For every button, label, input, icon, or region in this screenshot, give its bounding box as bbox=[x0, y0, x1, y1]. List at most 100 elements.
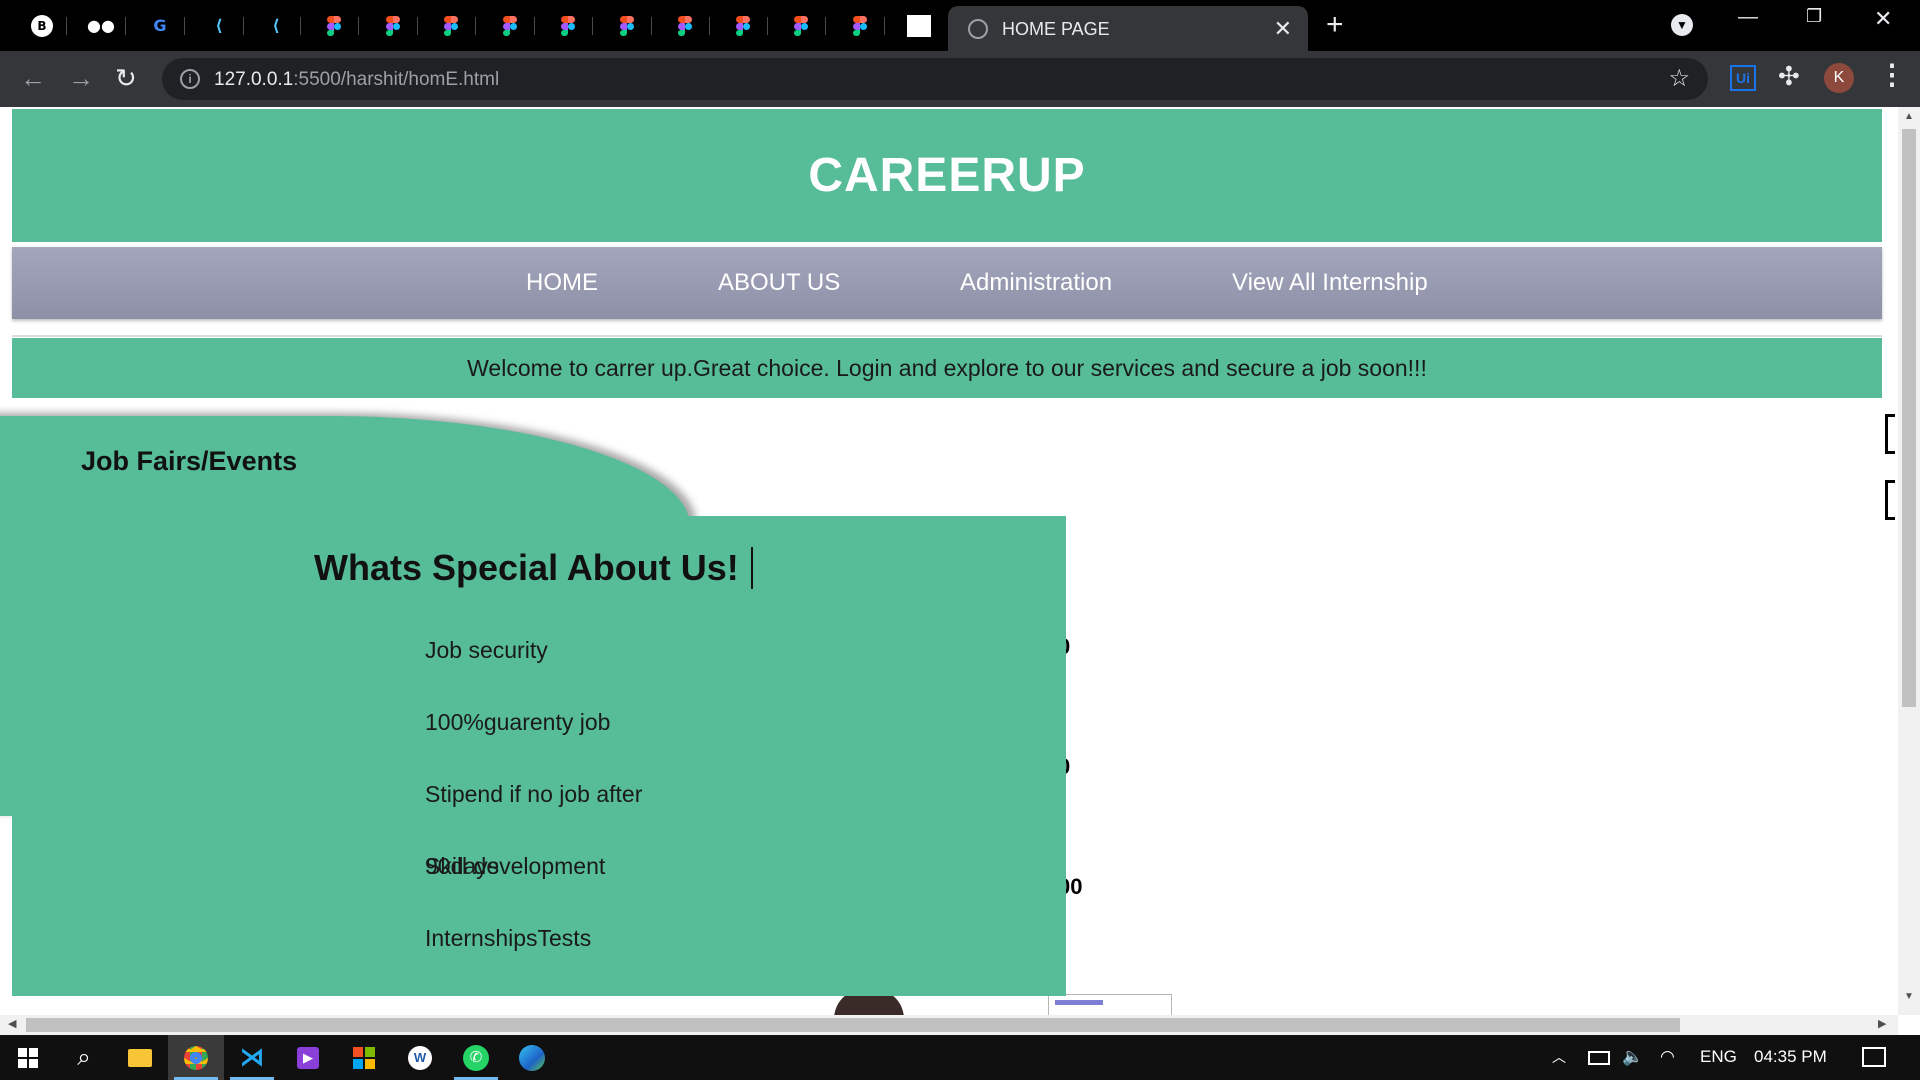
pinned-tab-flutter-2[interactable]: ⟨ bbox=[251, 8, 301, 43]
pinned-tab-google[interactable]: G bbox=[135, 8, 185, 43]
horizontal-scroll-thumb[interactable] bbox=[26, 1018, 1680, 1032]
figma-icon bbox=[678, 15, 692, 36]
pinned-tab-figma-2[interactable] bbox=[368, 8, 418, 43]
scroll-down-icon[interactable]: ▼ bbox=[1904, 991, 1914, 1002]
battery-icon[interactable] bbox=[1588, 1051, 1610, 1065]
nav-home-link[interactable]: HOME bbox=[526, 269, 598, 297]
text-caret bbox=[751, 547, 753, 589]
special-item: Skill development bbox=[425, 853, 606, 879]
page-viewport: CAREERUP HOME ABOUT US Administration Vi… bbox=[0, 107, 1898, 1015]
visual-studio-icon: ▶ bbox=[297, 1046, 319, 1069]
vertical-scroll-thumb[interactable] bbox=[1902, 129, 1916, 707]
figma-icon bbox=[620, 15, 634, 36]
store-button[interactable] bbox=[336, 1035, 392, 1080]
figma-icon bbox=[327, 15, 341, 36]
chrome-button[interactable] bbox=[168, 1035, 224, 1080]
pinned-tab-2[interactable]: ●● bbox=[76, 8, 126, 43]
pinned-tab-flutter-1[interactable]: ⟨ bbox=[194, 8, 244, 43]
scroll-left-icon[interactable]: ◀ bbox=[8, 1017, 16, 1030]
site-header: CAREERUP bbox=[12, 109, 1882, 242]
figma-icon bbox=[853, 15, 867, 36]
special-item: InternshipsTests bbox=[425, 925, 592, 951]
events-title: Job Fairs/Events bbox=[81, 446, 298, 476]
pinned-tab-figma-5[interactable] bbox=[543, 8, 593, 43]
back-icon[interactable]: ← bbox=[20, 63, 46, 93]
url-text: 127.0.0.1:5500/harshit/homE.html bbox=[214, 69, 500, 90]
close-window-icon[interactable]: ✕ bbox=[1874, 6, 1892, 32]
pinned-tab-figma-7[interactable] bbox=[660, 8, 710, 43]
folder-icon bbox=[128, 1048, 152, 1067]
edge-button[interactable] bbox=[504, 1035, 560, 1080]
volume-icon[interactable]: 🔈 bbox=[1622, 1047, 1643, 1067]
wifi-icon[interactable]: ◠ bbox=[1660, 1047, 1675, 1067]
search-button[interactable]: ⌕ bbox=[56, 1035, 112, 1080]
pinned-tab-figma-4[interactable] bbox=[485, 8, 535, 43]
extensions-puzzle-icon[interactable]: ✣ bbox=[1778, 61, 1800, 92]
section-divider bbox=[12, 335, 1882, 337]
new-tab-icon[interactable]: + bbox=[1326, 8, 1344, 42]
scroll-up-icon[interactable]: ▲ bbox=[1904, 111, 1914, 122]
language-indicator[interactable]: ENG bbox=[1700, 1047, 1737, 1067]
medium-icon: ●● bbox=[87, 16, 115, 35]
special-item: Stipend if no job after bbox=[425, 781, 643, 807]
browser-menu-icon[interactable]: ⋮ bbox=[1878, 58, 1906, 91]
uipath-extension-icon[interactable]: Ui bbox=[1730, 65, 1756, 91]
pinned-tab-figma-10[interactable] bbox=[835, 8, 885, 43]
vscode-button[interactable]: ⋊ bbox=[224, 1035, 280, 1080]
chrome-icon bbox=[184, 1045, 208, 1070]
edge-bracket bbox=[1885, 480, 1895, 520]
edge-icon bbox=[519, 1044, 545, 1071]
edge-bracket bbox=[1885, 414, 1895, 454]
partial-card bbox=[1048, 994, 1172, 1015]
pinned-tab-figma-1[interactable] bbox=[309, 8, 359, 43]
pinned-tab-1[interactable]: B bbox=[17, 8, 67, 43]
pinned-tab-figma-6[interactable] bbox=[602, 8, 652, 43]
windows-logo-icon bbox=[18, 1047, 38, 1068]
image-thumbnail-icon bbox=[907, 14, 931, 37]
notifications-icon[interactable] bbox=[1862, 1047, 1886, 1067]
site-info-icon[interactable]: i bbox=[180, 69, 200, 89]
close-tab-icon[interactable]: ✕ bbox=[1274, 16, 1292, 42]
visual-studio-button[interactable]: ▶ bbox=[280, 1035, 336, 1080]
start-button[interactable] bbox=[0, 1035, 56, 1080]
address-bar[interactable]: i 127.0.0.1:5500/harshit/homE.html ☆ bbox=[162, 58, 1708, 100]
file-explorer-button[interactable] bbox=[112, 1035, 168, 1080]
nav-about-link[interactable]: ABOUT US bbox=[718, 269, 840, 297]
welcome-banner: Welcome to carrer up.Great choice. Login… bbox=[12, 338, 1882, 398]
whatsapp-button[interactable]: ✆ bbox=[448, 1035, 504, 1080]
store-icon bbox=[353, 1046, 375, 1069]
search-icon: ⌕ bbox=[77, 1043, 91, 1071]
special-title: Whats Special About Us! bbox=[314, 547, 739, 588]
flutter-icon: ⟨ bbox=[215, 16, 223, 35]
figma-icon bbox=[444, 15, 458, 36]
google-icon: G bbox=[153, 16, 167, 35]
pinned-tab-figma-3[interactable] bbox=[426, 8, 476, 43]
minimize-icon[interactable]: — bbox=[1738, 6, 1758, 29]
restore-icon[interactable]: ❐ bbox=[1806, 6, 1822, 27]
profile-avatar[interactable]: K bbox=[1824, 63, 1854, 93]
figma-icon bbox=[503, 15, 517, 36]
clock[interactable]: 04:35 PM bbox=[1754, 1047, 1827, 1067]
pinned-tab-image[interactable] bbox=[894, 8, 944, 43]
pinned-tab-figma-8[interactable] bbox=[718, 8, 768, 43]
app-circle-icon: W bbox=[408, 1045, 432, 1070]
reload-icon[interactable]: ↻ bbox=[115, 63, 137, 93]
special-item: 100%guarenty job bbox=[425, 709, 611, 735]
show-hidden-icons[interactable]: ︿ bbox=[1552, 1047, 1566, 1067]
bookmark-star-icon[interactable]: ☆ bbox=[1668, 64, 1690, 93]
pinned-tab-figma-9[interactable] bbox=[776, 8, 826, 43]
figma-icon bbox=[736, 15, 750, 36]
vertical-scrollbar[interactable]: ▲ ▼ bbox=[1898, 107, 1920, 1015]
forward-icon[interactable]: → bbox=[68, 63, 94, 93]
special-item: Job security bbox=[425, 637, 548, 663]
horizontal-scrollbar[interactable]: ◀ ▶ bbox=[0, 1015, 1898, 1035]
nav-administration-link[interactable]: Administration bbox=[960, 269, 1112, 297]
app-button[interactable]: W bbox=[392, 1035, 448, 1080]
tab-search-icon[interactable]: ▼ bbox=[1671, 14, 1693, 36]
scroll-right-icon[interactable]: ▶ bbox=[1878, 1017, 1886, 1030]
browser-toolbar: ← → ↻ i 127.0.0.1:5500/harshit/homE.html… bbox=[0, 51, 1920, 107]
active-tab[interactable]: HOME PAGE ✕ bbox=[948, 6, 1308, 51]
app-logo-icon: B bbox=[31, 14, 53, 37]
nav-internships-link[interactable]: View All Internship bbox=[1232, 269, 1428, 297]
whatsapp-icon: ✆ bbox=[463, 1044, 489, 1071]
